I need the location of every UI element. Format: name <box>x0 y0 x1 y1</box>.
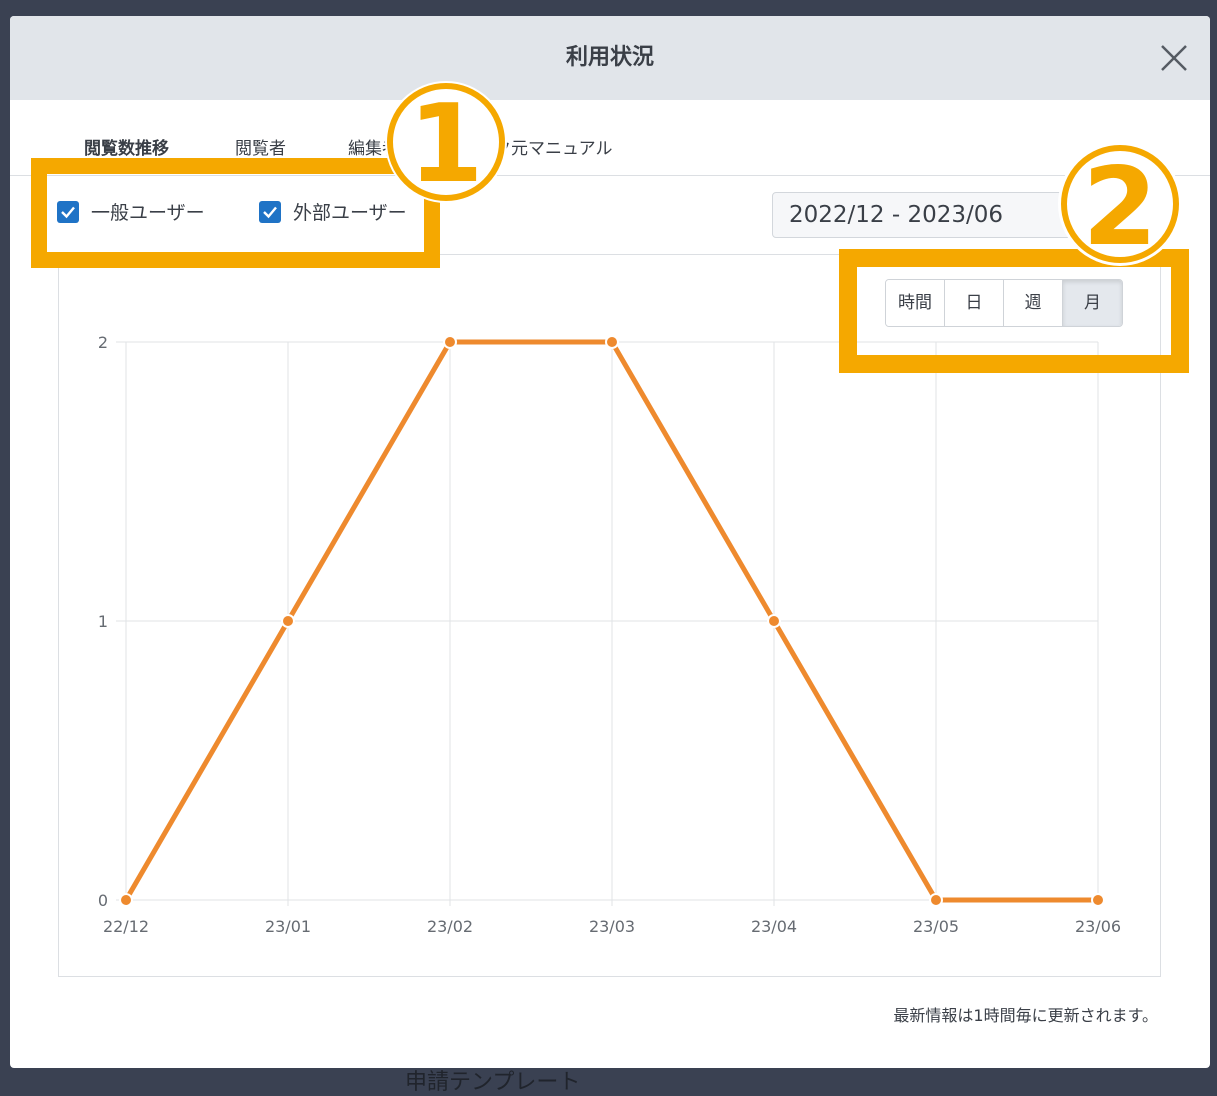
y-tick-label: 2 <box>98 333 108 352</box>
x-tick-label: 23/02 <box>427 917 473 936</box>
x-tick-label: 23/04 <box>751 917 797 936</box>
data-point <box>119 893 133 907</box>
x-tick-label: 22/12 <box>103 917 149 936</box>
y-tick-label: 1 <box>98 612 108 631</box>
granularity-month-button[interactable]: 月 <box>1063 280 1122 326</box>
background-partial-text: 申請テンプレート <box>405 1070 581 1095</box>
data-point <box>281 614 295 628</box>
update-note: 最新情報は1時間毎に更新されます。 <box>893 1006 1158 1025</box>
views-line-chart: 0 1 2 22/12 23/01 23/02 23/03 23/04 23/05 23/06 <box>98 333 1121 936</box>
x-tick-label: 23/03 <box>589 917 635 936</box>
x-tick-label: 23/05 <box>913 917 959 936</box>
granularity-week-button[interactable]: 週 <box>1004 280 1063 326</box>
granularity-hour-button[interactable]: 時間 <box>886 280 945 326</box>
data-point <box>443 335 457 349</box>
data-point <box>605 335 619 349</box>
usage-modal: 利用状況 閲覧数推移 閲覧者 編集者 リンク元マニュアル 一般ユーザー 外部ユー… <box>10 16 1210 1068</box>
x-tick-label: 23/01 <box>265 917 311 936</box>
granularity-day-button[interactable]: 日 <box>945 280 1004 326</box>
data-point <box>767 614 781 628</box>
x-tick-label: 23/06 <box>1075 917 1121 936</box>
y-tick-label: 0 <box>98 891 108 910</box>
data-point <box>929 893 943 907</box>
granularity-toggle: 時間 日 週 月 <box>885 279 1123 327</box>
data-point <box>1091 893 1105 907</box>
